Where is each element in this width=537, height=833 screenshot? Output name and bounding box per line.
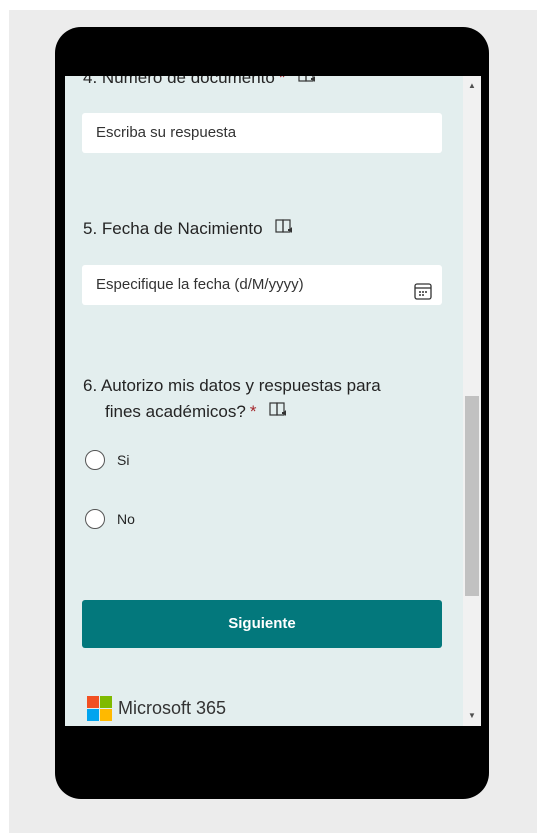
q4-title-text: 4. Número de documento [83, 76, 275, 87]
radio-button[interactable] [85, 509, 105, 529]
radio-option-no[interactable]: No [85, 509, 135, 529]
q4-title: 4. Número de documento * [83, 76, 318, 89]
immersive-reader-icon[interactable] [269, 402, 289, 423]
brand-footer: Microsoft 365 [87, 696, 226, 721]
required-asterisk: * [278, 76, 286, 87]
q5-date-input[interactable]: Especifique la fecha (d/M/yyyy) [82, 265, 442, 305]
scrollbar-thumb[interactable] [465, 396, 479, 596]
form-screen: 4. Número de documento * Escriba su respu… [65, 76, 481, 726]
scrollbar[interactable]: ▲ ▼ [463, 76, 481, 726]
q5-title: 5. Fecha de Nacimiento [83, 219, 295, 240]
scroll-up-arrow-icon[interactable]: ▲ [463, 78, 481, 94]
brand-name: Microsoft 365 [118, 698, 227, 718]
radio-option-si[interactable]: Si [85, 450, 129, 470]
immersive-reader-icon[interactable] [298, 76, 318, 89]
scroll-down-arrow-icon[interactable]: ▼ [463, 708, 481, 724]
q6-title-text: fines académicos? [105, 402, 246, 421]
radio-button[interactable] [85, 450, 105, 470]
next-button[interactable]: Siguiente [82, 600, 442, 648]
immersive-reader-icon[interactable] [275, 219, 295, 240]
radio-label: No [117, 511, 135, 527]
q4-answer-input[interactable]: Escriba su respuesta [82, 113, 442, 153]
q5-placeholder: Especifique la fecha (d/M/yyyy) [96, 276, 304, 293]
q4-placeholder: Escriba su respuesta [96, 124, 237, 141]
radio-label: Si [117, 452, 130, 468]
microsoft-logo-icon [87, 696, 112, 721]
q5-title-text: 5. Fecha de Nacimiento [83, 219, 263, 238]
required-asterisk: * [249, 402, 257, 421]
q6-title-line1: 6. Autorizo mis datos y respuestas para [83, 376, 381, 395]
calendar-icon[interactable] [414, 276, 432, 316]
q6-title-line2: fines académicos? * [105, 402, 289, 423]
